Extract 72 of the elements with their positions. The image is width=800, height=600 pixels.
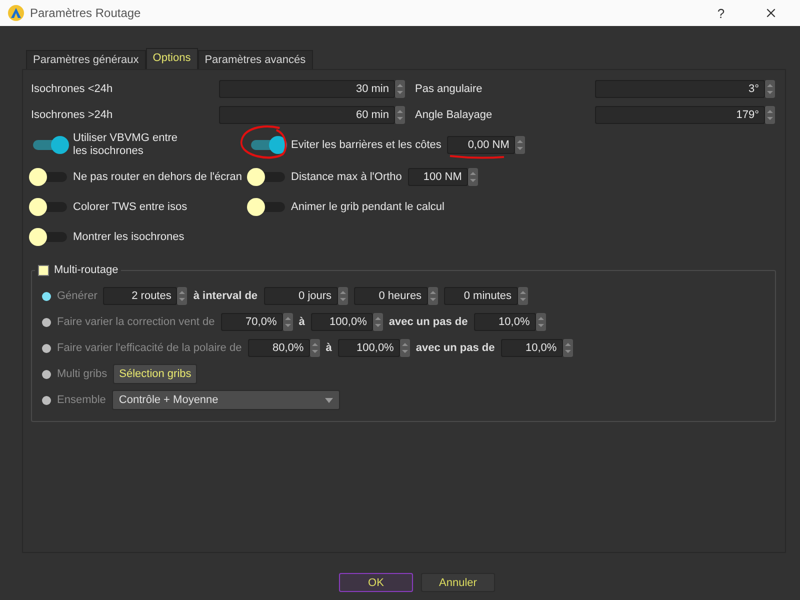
spin-field[interactable]: 179° <box>595 106 765 124</box>
checkbox[interactable] <box>38 264 49 276</box>
field-label: à <box>298 316 305 328</box>
field-label: avec un pas de <box>416 342 495 354</box>
field-label: Pas angulaire <box>414 83 484 95</box>
close-icon[interactable] <box>764 6 778 20</box>
toggle-label: Eviter les barrières et les côtes <box>291 139 442 151</box>
spin-arrows-icon[interactable] <box>765 106 775 124</box>
spin-field[interactable]: 0 minutes <box>444 287 518 305</box>
toggle-label: Utiliser VBVMG entre les isochrones <box>73 132 179 158</box>
spin-arrows-icon[interactable] <box>310 339 320 357</box>
radio-label: Générer <box>57 290 98 302</box>
dialog-button[interactable]: Annuler <box>421 573 495 592</box>
spin-field[interactable]: 100,0% <box>338 339 400 357</box>
radio-button[interactable] <box>42 344 51 352</box>
spin-field[interactable]: 30 min <box>219 80 395 98</box>
tab[interactable]: Paramètres avancés <box>198 50 313 69</box>
spin-arrows-icon[interactable] <box>400 339 410 357</box>
spin-arrows-icon[interactable] <box>282 313 293 331</box>
field-label: à <box>326 342 332 354</box>
spin-arrows-icon[interactable] <box>372 313 383 331</box>
radio-label: Ensemble <box>57 394 106 406</box>
dialog-button[interactable]: OK <box>339 573 413 592</box>
spin-arrows-icon[interactable] <box>338 287 348 305</box>
select-gribs-button[interactable]: Sélection gribs <box>113 364 198 384</box>
tab[interactable]: Options <box>146 48 198 69</box>
spin-field[interactable]: 10,0% <box>474 313 536 331</box>
window-title: Paramètres Routage <box>30 6 142 20</box>
radio-label: Faire varier l'efficacité de la polaire de <box>57 342 242 354</box>
spin-field[interactable]: 0,00 NM <box>447 136 516 154</box>
dropdown-arrow-icon <box>324 398 333 402</box>
spin-field[interactable]: 2 routes <box>103 287 178 305</box>
spin-arrows-icon[interactable] <box>395 106 405 124</box>
radio-button[interactable] <box>42 396 51 404</box>
toggle-label: Animer le grib pendant le calcul <box>291 201 444 213</box>
radio-label: Faire varier la correction vent de <box>57 316 215 328</box>
spin-arrows-icon[interactable] <box>395 80 405 98</box>
field-label: avec un pas de <box>388 316 468 328</box>
radio-label: Multi gribs <box>57 368 108 380</box>
spin-arrows-icon[interactable] <box>177 287 188 305</box>
field-label: Angle Balayage <box>414 109 494 121</box>
spin-field[interactable]: 60 min <box>219 106 395 124</box>
toggle-label: Ne pas router en dehors de l'écran <box>73 171 242 183</box>
spin-field[interactable]: 70,0% <box>220 313 283 331</box>
radio-button[interactable] <box>42 370 51 378</box>
spin-arrows-icon[interactable] <box>428 287 438 305</box>
spin-field[interactable]: 100 NM <box>408 168 468 186</box>
spin-arrows-icon[interactable] <box>562 339 573 357</box>
spin-field[interactable]: 100,0% <box>310 313 373 331</box>
spin-arrows-icon[interactable] <box>515 136 526 154</box>
field-label: à interval de <box>193 290 258 302</box>
group-title: Multi-routage <box>54 264 118 276</box>
help-button[interactable]: ? <box>698 6 744 20</box>
spin-arrows-icon[interactable] <box>765 80 775 98</box>
app-logo-icon <box>8 5 24 21</box>
spin-field[interactable]: 0 heures <box>354 287 428 305</box>
toggle-label: Colorer TWS entre isos <box>73 201 188 213</box>
radio-button[interactable] <box>42 292 51 300</box>
spin-field[interactable]: 0 jours <box>264 287 338 305</box>
radio-button[interactable] <box>42 318 51 326</box>
toggle-label: Distance max à l'Ortho <box>291 171 402 183</box>
field-label: Isochrones <24h <box>31 83 114 95</box>
toggle-label: Montrer les isochrones <box>73 231 184 243</box>
spin-arrows-icon[interactable] <box>536 313 546 331</box>
dropdown[interactable]: Contrôle + Moyenne <box>112 390 340 410</box>
field-label: Isochrones >24h <box>31 109 114 121</box>
spin-arrows-icon[interactable] <box>518 287 528 305</box>
tab[interactable]: Paramètres généraux <box>26 50 146 69</box>
spin-field[interactable]: 3° <box>595 80 765 98</box>
spin-field[interactable]: 80,0% <box>248 339 310 357</box>
spin-arrows-icon[interactable] <box>468 168 478 186</box>
spin-field[interactable]: 10,0% <box>500 339 563 357</box>
